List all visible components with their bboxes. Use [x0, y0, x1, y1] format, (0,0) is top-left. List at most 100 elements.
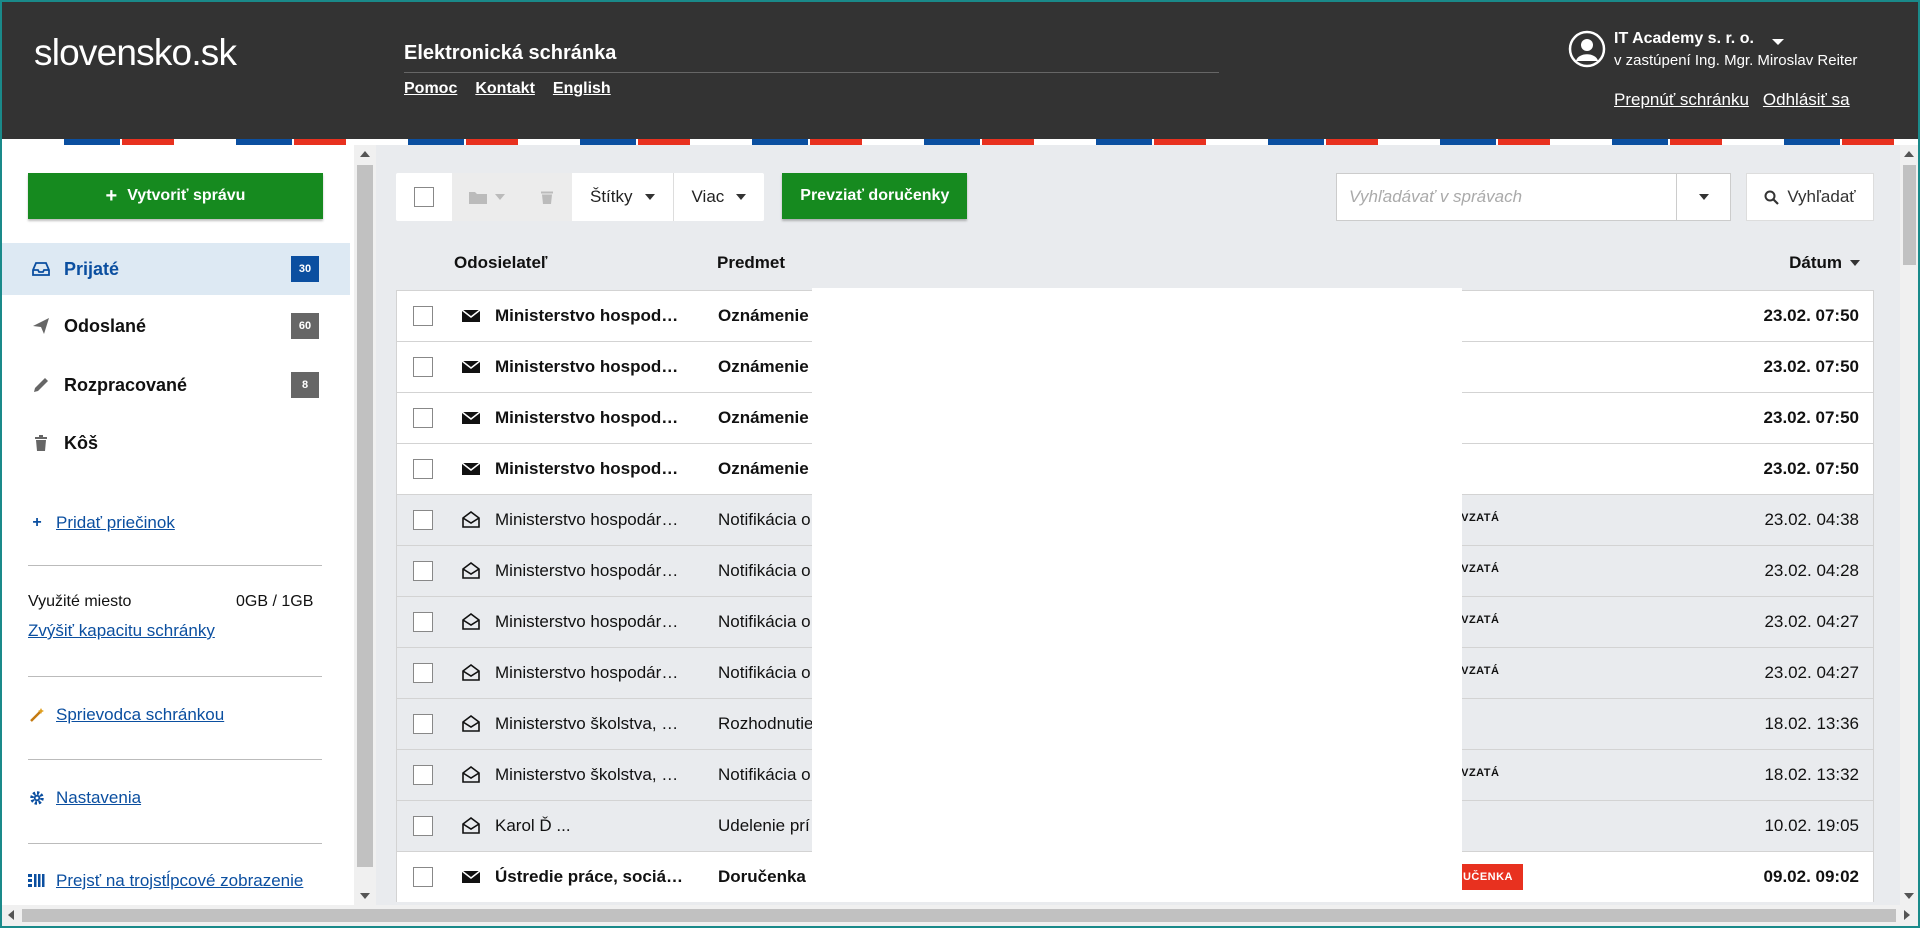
help-link[interactable]: Pomoc [404, 80, 457, 98]
row-sender: Ministerstvo hospodárstva SR [495, 357, 685, 376]
sidebar-item-label: Prijaté [64, 258, 120, 279]
storage-value: 0GB / 1GB [236, 593, 314, 610]
scroll-up-arrow-icon[interactable] [1904, 151, 1914, 157]
sidebar-scrollbar[interactable] [354, 145, 376, 905]
sidebar-item-sent[interactable]: Odoslané 60 [2, 300, 350, 352]
sidebar: + Vytvoriť správu Prijaté 30 Odoslané 60… [2, 145, 350, 905]
scroll-up-arrow-icon[interactable] [360, 151, 370, 157]
envelope-icon [461, 460, 481, 478]
browser-frame: slovensko.sk Elektronická schránka Pomoc… [2, 2, 1918, 926]
divider [28, 676, 322, 677]
row-subject: Oznámenie [718, 357, 809, 376]
row-checkbox[interactable] [413, 867, 433, 887]
divider [28, 565, 322, 566]
user-name[interactable]: IT Academy s. r. o. [1614, 30, 1754, 48]
user-menu-caret-icon[interactable] [1772, 39, 1784, 45]
scrollbar-thumb[interactable] [357, 165, 373, 867]
search-button[interactable]: Vyhľadať [1746, 173, 1874, 221]
sidebar-item-drafts[interactable]: Rozpracované 8 [2, 359, 350, 411]
compose-label: Vytvoriť správu [127, 187, 246, 204]
search-options-dropdown[interactable] [1676, 174, 1730, 220]
columns-icon [28, 872, 46, 890]
row-checkbox[interactable] [413, 357, 433, 377]
row-checkbox[interactable] [413, 816, 433, 836]
move-to-folder-button[interactable] [452, 173, 522, 221]
row-checkbox[interactable] [413, 306, 433, 326]
message-list-panel: Štítky Viac Prevziať doručenky Vyhľadať … [376, 145, 1901, 905]
header-actions: Prepnúť schránku Odhlásiť sa [1614, 90, 1850, 110]
add-folder-label[interactable]: Pridať priečinok [56, 513, 175, 533]
more-label: Viac [691, 187, 725, 206]
add-folder-link[interactable]: + Pridať priečinok [28, 513, 175, 533]
scroll-right-arrow-icon[interactable] [1904, 910, 1910, 920]
scrollbar-thumb[interactable] [1903, 165, 1916, 265]
envelope-open-icon [461, 817, 481, 835]
row-date: 10.02. 19:05 [1764, 816, 1859, 835]
labels-dropdown[interactable]: Štítky [572, 173, 673, 221]
user-avatar-icon[interactable] [1568, 30, 1606, 68]
row-date: 23.02. 07:50 [1763, 459, 1859, 478]
sent-count-badge: 60 [291, 313, 319, 339]
increase-capacity-link[interactable]: Zvýšiť kapacitu schránky [28, 621, 215, 641]
page-scrollbar[interactable] [1900, 145, 1918, 905]
scroll-down-arrow-icon[interactable] [360, 893, 370, 899]
sidebar-item-inbox[interactable]: Prijaté 30 [2, 243, 350, 295]
settings-label[interactable]: Nastavenia [56, 788, 141, 808]
row-checkbox[interactable] [413, 612, 433, 632]
column-header-subject[interactable]: Predmet [717, 253, 785, 273]
more-dropdown[interactable]: Viac [674, 173, 765, 221]
contact-link[interactable]: Kontakt [475, 80, 535, 98]
envelope-open-icon [461, 664, 481, 682]
select-all-checkbox[interactable] [396, 173, 452, 221]
row-date: 18.02. 13:32 [1764, 765, 1859, 784]
envelope-icon [461, 868, 481, 886]
horizontal-scrollbar[interactable] [2, 905, 1918, 926]
row-subject: Oznámenie [718, 459, 809, 478]
guide-link[interactable]: Sprievodca schránkou [28, 705, 224, 725]
envelope-open-icon [461, 613, 481, 631]
envelope-open-icon [461, 715, 481, 733]
scrollbar-thumb[interactable] [22, 909, 1896, 922]
row-checkbox[interactable] [413, 408, 433, 428]
row-subject: Notifikácia o [718, 765, 811, 784]
row-checkbox[interactable] [413, 765, 433, 785]
row-checkbox[interactable] [413, 510, 433, 530]
row-date: 18.02. 13:36 [1764, 714, 1859, 733]
scroll-left-arrow-icon[interactable] [8, 910, 14, 920]
folder-icon [469, 192, 487, 204]
row-checkbox[interactable] [413, 459, 433, 479]
scroll-down-arrow-icon[interactable] [1904, 893, 1914, 899]
site-logo[interactable]: slovensko.sk [34, 32, 237, 74]
envelope-open-icon [461, 511, 481, 529]
magic-wand-icon [28, 706, 46, 724]
guide-label[interactable]: Sprievodca schránkou [56, 705, 224, 725]
column-header-sender[interactable]: Odosielateľ [454, 253, 547, 273]
table-header: Odosielateľ Predmet Dátum [396, 245, 1874, 285]
switch-box-link[interactable]: Prepnúť schránku [1614, 90, 1749, 110]
row-subject: Oznámenie [718, 408, 809, 427]
checkbox[interactable] [414, 187, 434, 207]
settings-link[interactable]: Nastavenia [28, 788, 141, 808]
compose-button[interactable]: + Vytvoriť správu [28, 173, 323, 219]
row-checkbox[interactable] [413, 714, 433, 734]
english-link[interactable]: English [553, 80, 611, 98]
logout-link[interactable]: Odhlásiť sa [1763, 90, 1850, 110]
row-sender: Ministerstvo hospodárstva SR [495, 306, 685, 325]
accept-receipts-button[interactable]: Prevziať doručenky [782, 173, 968, 219]
row-sender: Ministerstvo školstva, vedy [495, 714, 685, 733]
row-checkbox[interactable] [413, 663, 433, 683]
search-input[interactable] [1337, 174, 1676, 220]
row-sender: Ministerstvo hospodárstva SR [495, 510, 685, 529]
row-sender: Ministerstvo hospodárstva SR [495, 408, 685, 427]
search-box [1336, 173, 1731, 221]
row-checkbox[interactable] [413, 561, 433, 581]
sidebar-item-label: Kôš [64, 432, 99, 453]
column-header-date[interactable]: Dátum [1789, 253, 1860, 273]
trash-icon [541, 191, 553, 204]
sidebar-item-trash[interactable]: Kôš [2, 417, 350, 469]
three-column-link[interactable]: Prejsť na trojstĺpcové zobrazenie [28, 871, 303, 891]
three-column-label[interactable]: Prejsť na trojstĺpcové zobrazenie [56, 871, 303, 891]
row-date: 23.02. 07:50 [1763, 408, 1859, 427]
delete-button[interactable] [522, 173, 572, 221]
row-date: 23.02. 04:28 [1764, 561, 1859, 580]
